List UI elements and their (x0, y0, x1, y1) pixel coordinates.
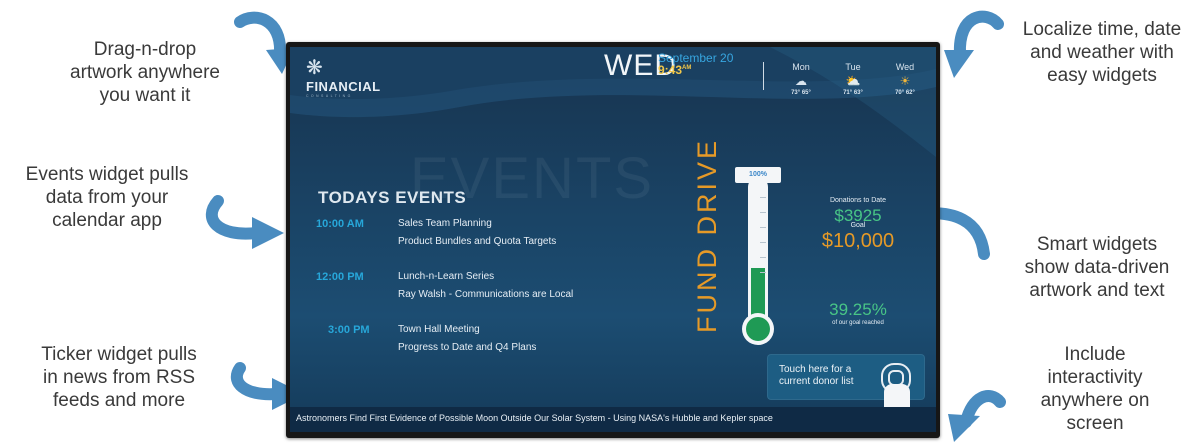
goal-label: Goal (850, 222, 866, 229)
time-value: 9:43 (658, 63, 683, 77)
curved-arrow-icon (205, 195, 284, 249)
callout-line: easy widgets (1047, 65, 1157, 86)
weather-temps: 70° 62° (895, 90, 915, 96)
event-name: Sales Team Planning (398, 218, 492, 229)
weather-day-wed: Wed ☀ 70° 62° (880, 62, 930, 96)
thermometer-tick (760, 227, 766, 228)
flower-logo-icon: ❋ (306, 57, 323, 79)
callout-line: artwork and text (1029, 280, 1165, 301)
weather-temps: 73° 65° (791, 90, 811, 96)
event-name: Lunch-n-Learn Series (398, 271, 495, 282)
curved-arrow-icon (944, 10, 1004, 78)
fund-drive-title: FUND DRIVE (692, 137, 722, 333)
event-detail: Progress to Date and Q4 Plans (398, 342, 537, 353)
event-name: Town Hall Meeting (398, 324, 480, 335)
partly-cloudy-icon: ⛅ (845, 74, 861, 88)
sun-icon: ☀ (899, 74, 911, 88)
signage-screen: EVENTS ❋ FINANCIAL CONSULTING WED Septem… (290, 47, 936, 432)
callout-line: Ticker widget pulls (41, 344, 197, 365)
header-divider (763, 62, 764, 90)
thermometer-bulb-fill (746, 317, 770, 341)
donor-list-line: Touch here for a (779, 364, 852, 375)
callout-ticker: Ticker widget pulls in news from RSS fee… (14, 343, 224, 412)
callout-line: and weather with (1030, 42, 1174, 63)
thermometer-tick (760, 257, 766, 258)
thermometer-tick (760, 242, 766, 243)
goal-percentage: 39.25% (829, 300, 887, 319)
callout-line: screen (1066, 413, 1124, 434)
current-time: 9:43AM (658, 63, 691, 77)
callout-line: feeds and more (52, 390, 186, 411)
weather-day-label: Mon (792, 62, 810, 72)
weather-day-mon: Mon ☁ 73° 65° (776, 62, 826, 96)
callout-line: anywhere on (1040, 390, 1150, 411)
event-time: 3:00 PM (328, 324, 370, 336)
callout-line: Events widget pulls (25, 164, 189, 185)
callout-line: Drag-n-drop (93, 39, 197, 60)
ticker-headline: Astronomers Find First Evidence of Possi… (296, 413, 773, 423)
callout-events: Events widget pulls data from your calen… (0, 163, 214, 232)
weather-day-label: Tue (845, 62, 861, 72)
thermometer-ribbon: 100% (735, 167, 781, 183)
callout-smart: Smart widgets show data-driven artwork a… (1002, 233, 1192, 302)
company-logo-subtext: CONSULTING (306, 94, 353, 98)
goal-percentage-label: of our goal reached (832, 320, 884, 326)
callout-line: show data-driven (1024, 257, 1170, 278)
callout-drag: Drag-n-drop artwork anywhere you want it (50, 38, 240, 107)
donations-label: Donations to Date (829, 197, 887, 204)
goal-value: $10,000 (821, 230, 895, 252)
event-detail: Product Bundles and Quota Targets (398, 236, 557, 247)
weather-day-label: Wed (895, 62, 915, 72)
callout-line: you want it (99, 85, 191, 106)
news-ticker[interactable]: Astronomers Find First Evidence of Possi… (290, 407, 936, 432)
callout-interact: Include interactivity anywhere on screen (1010, 343, 1180, 435)
time-ampm: AM (682, 65, 692, 71)
callout-line: in news from RSS (42, 367, 196, 388)
donor-list-button-label: Touch here for a current donor list (779, 364, 879, 388)
weather-day-tue: Tue ⛅ 71° 63° (828, 62, 878, 96)
callout-line: artwork anywhere (70, 62, 220, 83)
curved-arrow-icon (948, 390, 1006, 442)
callout-line: Include (1064, 344, 1126, 365)
events-title: TODAYS EVENTS (318, 188, 467, 207)
callout-line: Localize time, date (1022, 19, 1182, 40)
callout-localize: Localize time, date and weather with eas… (1000, 18, 1204, 87)
callout-line: data from your (45, 187, 169, 208)
cloud-rain-icon: ☁ (795, 74, 807, 88)
thermometer-tick (760, 197, 766, 198)
callout-line: Smart widgets (1036, 234, 1158, 255)
callout-line: interactivity (1047, 367, 1143, 388)
company-logo-text: FINANCIAL (306, 79, 381, 94)
event-time: 10:00 AM (316, 218, 364, 230)
event-time: 12:00 PM (316, 271, 364, 283)
thermometer-tick (760, 212, 766, 213)
event-detail: Ray Walsh - Communications are Local (398, 289, 574, 300)
thermometer-tick (760, 272, 766, 273)
donor-list-line: current donor list (779, 376, 854, 387)
callout-line: calendar app (52, 210, 162, 231)
weather-temps: 71° 63° (843, 90, 863, 96)
